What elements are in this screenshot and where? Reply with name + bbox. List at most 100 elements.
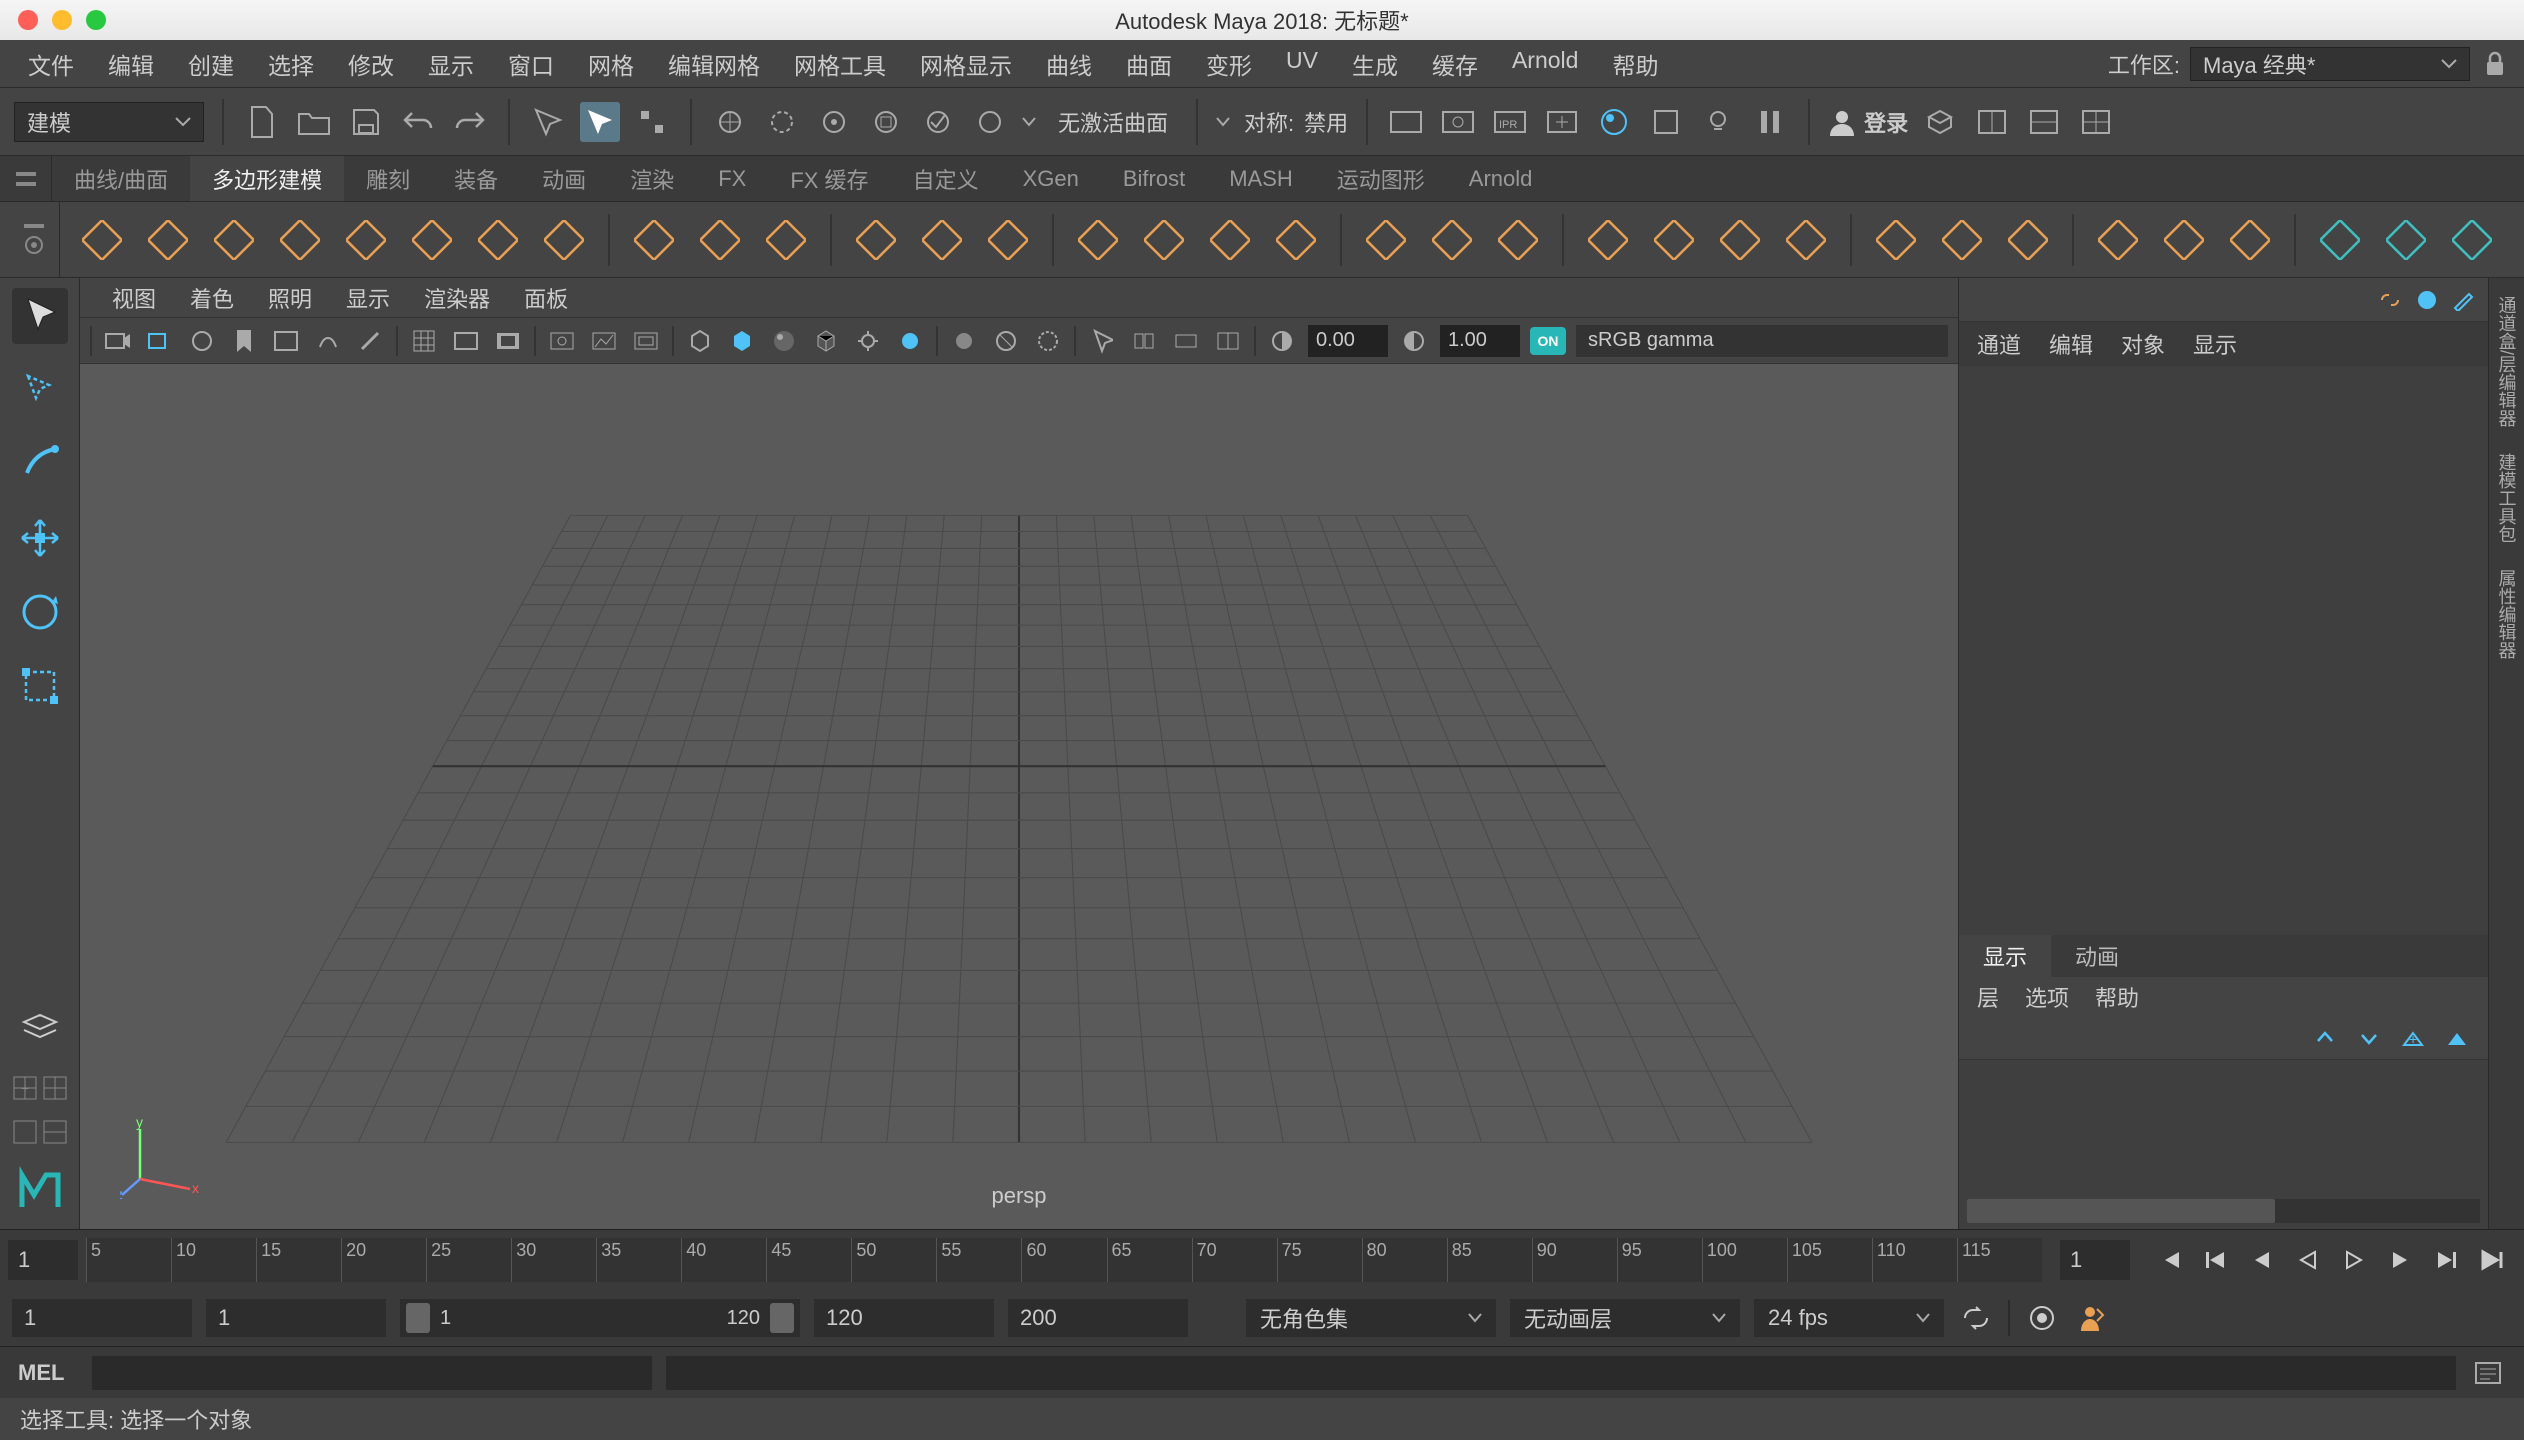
- wireframe-icon[interactable]: [684, 325, 716, 357]
- time-start-field[interactable]: 1: [8, 1240, 78, 1280]
- layer-up-icon[interactable]: [2312, 1027, 2338, 1049]
- side-tab-0[interactable]: 通道盒/层编辑器: [2490, 286, 2524, 437]
- snap-point-icon[interactable]: [814, 102, 854, 142]
- animlayer-dropdown[interactable]: 无动画层: [1510, 1299, 1740, 1337]
- shelf-fill-icon[interactable]: [1138, 214, 1190, 266]
- gate-mask-icon[interactable]: [492, 325, 524, 357]
- menu-帮助[interactable]: 帮助: [1598, 41, 1672, 87]
- paint-select-tool[interactable]: [12, 436, 68, 492]
- panel-menu-面板[interactable]: 面板: [510, 278, 582, 318]
- new-scene-icon[interactable]: [242, 102, 282, 142]
- layout-grid4-icon[interactable]: [42, 1119, 68, 1145]
- resolution-gate-icon[interactable]: [546, 325, 578, 357]
- shelf-tab-0[interactable]: 曲线/曲面: [52, 156, 190, 201]
- use-all-lights-icon[interactable]: [852, 325, 884, 357]
- shelf-boolI-icon[interactable]: [1492, 214, 1544, 266]
- shelf-disc-icon[interactable]: [472, 214, 524, 266]
- snap-proj-center-icon[interactable]: [970, 102, 1010, 142]
- safe-title-icon[interactable]: [630, 325, 662, 357]
- snap-curve-icon[interactable]: [762, 102, 802, 142]
- shelf-t3-icon[interactable]: [2446, 214, 2498, 266]
- exposure-icon[interactable]: [1266, 325, 1298, 357]
- step-back-key-icon[interactable]: [2198, 1242, 2234, 1278]
- ipr-render-icon[interactable]: IPR: [1490, 102, 1530, 142]
- menu-生成[interactable]: 生成: [1338, 41, 1412, 87]
- redo-icon[interactable]: [450, 102, 490, 142]
- open-scene-icon[interactable]: [294, 102, 334, 142]
- shelf-boolU-icon[interactable]: [1360, 214, 1412, 266]
- layer-menu-层[interactable]: 层: [1977, 981, 1999, 1013]
- chevron-down-icon[interactable]: [1022, 117, 1036, 127]
- shelf-handle-icon[interactable]: [0, 156, 52, 201]
- panel-layout1-icon[interactable]: [1920, 102, 1960, 142]
- menu-缓存[interactable]: 缓存: [1418, 41, 1492, 87]
- menuset-dropdown[interactable]: 建模: [14, 102, 204, 142]
- layout-grid2-icon[interactable]: [42, 1075, 68, 1101]
- shelf-t2-icon[interactable]: [2380, 214, 2432, 266]
- layout-stack-icon[interactable]: [12, 1001, 68, 1057]
- shelf-boolD-icon[interactable]: [1426, 214, 1478, 266]
- layer-scrollbar[interactable]: [1967, 1199, 2480, 1223]
- script-editor-icon[interactable]: [2470, 1355, 2506, 1391]
- panel-menu-照明[interactable]: 照明: [254, 278, 326, 318]
- safe-action-icon[interactable]: [588, 325, 620, 357]
- menu-曲面[interactable]: 曲面: [1112, 41, 1186, 87]
- shelf-t1-icon[interactable]: [2314, 214, 2366, 266]
- shelf-reduce-icon[interactable]: [1714, 214, 1766, 266]
- symmetry-dropdown[interactable]: 对称: 禁用: [1216, 106, 1348, 138]
- shelf-tab-13[interactable]: Arnold: [1447, 156, 1555, 201]
- prefs-icon[interactable]: [2074, 1300, 2110, 1336]
- play-fwd-icon[interactable]: [2336, 1242, 2372, 1278]
- scale-tool[interactable]: [12, 658, 68, 714]
- cb-menu-编辑[interactable]: 编辑: [2049, 328, 2093, 360]
- render-current-icon[interactable]: [1438, 102, 1478, 142]
- select-component-icon[interactable]: [632, 102, 672, 142]
- shelf-reset-icon[interactable]: [982, 214, 1034, 266]
- cb-link-icon[interactable]: [2378, 290, 2402, 310]
- shelf-mirror-icon[interactable]: [1870, 214, 1922, 266]
- motion-blur-icon[interactable]: [1170, 325, 1202, 357]
- loop-icon[interactable]: [1958, 1300, 1994, 1336]
- shelf-plane-icon[interactable]: [406, 214, 458, 266]
- shelf-tab-12[interactable]: 运动图形: [1315, 156, 1447, 201]
- shelf-remesh-icon[interactable]: [1780, 214, 1832, 266]
- layer-add-empty-icon[interactable]: [2444, 1027, 2470, 1049]
- panel-menu-显示[interactable]: 显示: [332, 278, 404, 318]
- workspace-dropdown[interactable]: Maya 经典*: [2190, 47, 2470, 81]
- side-tab-2[interactable]: 属性编辑器: [2490, 559, 2524, 669]
- side-tab-1[interactable]: 建模工具包: [2490, 443, 2524, 553]
- bookmark-icon[interactable]: [228, 325, 260, 357]
- lock-icon[interactable]: [2480, 49, 2510, 79]
- range-start-field[interactable]: 1: [12, 1299, 192, 1337]
- hypershade-icon[interactable]: [1594, 102, 1634, 142]
- shelf-tab-1[interactable]: 多边形建模: [190, 156, 344, 201]
- shelf-cylinder-icon[interactable]: [208, 214, 260, 266]
- step-back-icon[interactable]: [2244, 1242, 2280, 1278]
- shelf-separate-icon[interactable]: [1270, 214, 1322, 266]
- cb-sphere-icon[interactable]: [2416, 289, 2438, 311]
- menu-网格[interactable]: 网格: [574, 41, 648, 87]
- isolate-icon[interactable]: [948, 325, 980, 357]
- gamma-icon[interactable]: [1398, 325, 1430, 357]
- shelf-pivot-icon[interactable]: [850, 214, 902, 266]
- menu-变形[interactable]: 变形: [1192, 41, 1266, 87]
- snap-plane-icon[interactable]: [866, 102, 906, 142]
- shelf-smooth-icon[interactable]: [1582, 214, 1634, 266]
- menu-选择[interactable]: 选择: [254, 41, 328, 87]
- shelf-torus-icon[interactable]: [340, 214, 392, 266]
- shelf-tab-5[interactable]: 渲染: [608, 156, 696, 201]
- save-scene-icon[interactable]: [346, 102, 386, 142]
- range-end-field[interactable]: 200: [1008, 1299, 1188, 1337]
- shelf-insert-icon[interactable]: [2158, 214, 2210, 266]
- shelf-bridge-icon[interactable]: [2224, 214, 2276, 266]
- light-editor-icon[interactable]: [1698, 102, 1738, 142]
- cb-edit-icon[interactable]: [2452, 289, 2474, 311]
- colormgmt-toggle[interactable]: ON: [1530, 327, 1566, 355]
- viewport[interactable]: yxz persp: [80, 364, 1958, 1229]
- shelf-tab-11[interactable]: MASH: [1207, 156, 1315, 201]
- lasso-tool[interactable]: [12, 362, 68, 418]
- multisample-icon[interactable]: [1212, 325, 1244, 357]
- screen-space-ao-icon[interactable]: [1128, 325, 1160, 357]
- menu-修改[interactable]: 修改: [334, 41, 408, 87]
- grease-icon[interactable]: [354, 325, 386, 357]
